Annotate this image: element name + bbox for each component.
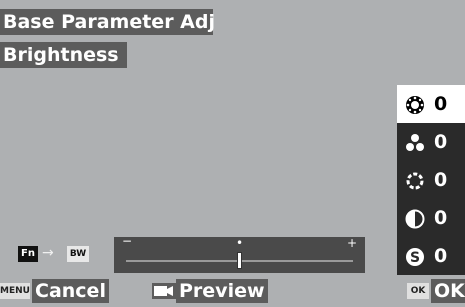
param-contrast[interactable]: 0 [397,199,465,237]
param-sharpness[interactable]: S 0 [397,237,465,275]
ok-label: OK [431,279,465,303]
hue-icon [406,172,424,190]
sharpness-icon: S [406,248,424,266]
contrast-icon [405,209,425,229]
param-hue[interactable]: 0 [397,161,465,199]
arrow-right-icon: → [42,245,54,261]
saturation-icon [406,134,424,151]
slider-center-mark: • [236,236,244,250]
menu-key-icon: MENU [0,283,30,299]
parameter-list: 0 0 0 0 S 0 [397,85,465,275]
param-brightness[interactable]: 0 [397,85,465,123]
saturation-value: 0 [434,131,448,153]
page-title: Base Parameter Adj [0,9,215,35]
preview-key-icon [152,283,176,299]
preview-label: Preview [176,279,268,303]
parameter-name: Brightness [0,42,127,68]
brightness-slider[interactable]: − • + [114,234,365,273]
preview-button[interactable]: Preview [150,279,268,303]
ok-button[interactable]: OK OK [407,279,465,303]
slider-thumb[interactable] [237,252,242,269]
svg-text:S: S [410,250,420,266]
slider-minus-label: − [122,234,133,248]
sharpness-value: 0 [434,245,448,267]
contrast-value: 0 [434,207,448,229]
param-saturation[interactable]: 0 [397,123,465,161]
brightness-value: 0 [434,93,448,115]
cancel-label: Cancel [32,279,109,303]
bw-icon: BW [67,246,89,262]
ok-key-icon: OK [407,283,429,299]
cancel-button[interactable]: MENU Cancel [0,279,121,303]
hue-value: 0 [434,169,448,191]
brightness-icon [406,96,424,114]
fn-button-icon: Fn [18,246,38,262]
slider-plus-label: + [346,236,357,250]
